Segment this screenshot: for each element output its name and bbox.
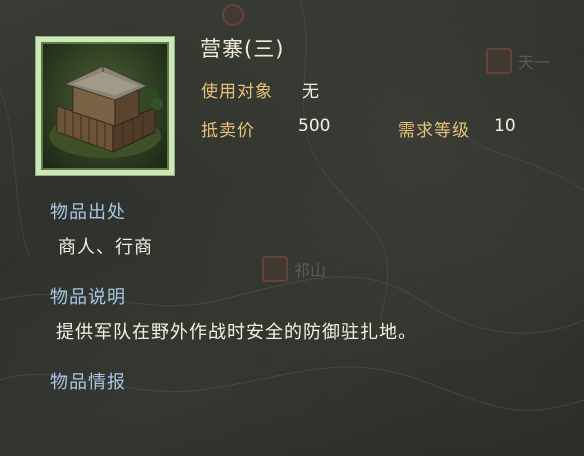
item-thumbnail	[41, 42, 169, 170]
sell-price-label: 抵卖价	[201, 121, 255, 141]
map-marker-top	[222, 4, 244, 26]
seal-icon	[222, 4, 244, 26]
required-level-value: 10	[494, 116, 516, 136]
sell-price-value: 500	[298, 116, 331, 136]
fortress-camp-icon	[49, 65, 163, 158]
map-marker-label: 祁山	[294, 261, 327, 280]
map-marker-label: 天一	[518, 53, 551, 72]
required-level-label: 需求等级	[398, 121, 470, 141]
usage-target-value: 无	[302, 82, 319, 102]
item-intel-heading: 物品情报	[50, 372, 126, 393]
seal-icon	[486, 48, 512, 74]
item-source-text: 商人、行商	[58, 237, 153, 258]
map-marker-top-right: 天一	[486, 48, 550, 74]
seal-icon	[262, 256, 288, 282]
item-description-text: 提供军队在野外作战时安全的防御驻扎地。	[56, 322, 417, 343]
item-thumbnail-frame	[35, 36, 175, 176]
item-name: 营寨(三)	[200, 37, 285, 61]
item-description-heading: 物品说明	[50, 287, 126, 308]
item-source-heading: 物品出处	[50, 202, 126, 223]
map-marker-mid: 祁山	[262, 256, 326, 282]
usage-target-label: 使用对象	[201, 82, 273, 102]
